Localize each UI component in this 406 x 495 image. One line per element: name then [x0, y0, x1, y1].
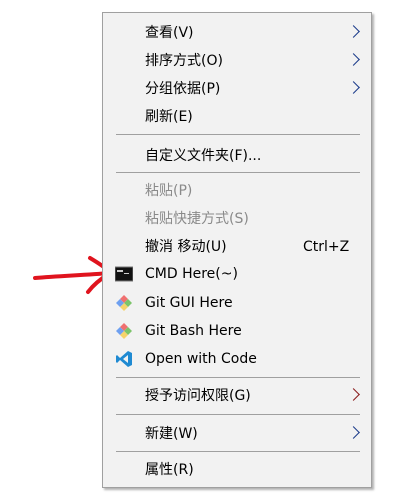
separator — [116, 377, 360, 378]
item-label: 排序方式(O) — [145, 53, 223, 69]
item-label: 新建(W) — [145, 426, 198, 442]
git-icon — [116, 323, 132, 339]
cmd-icon — [115, 266, 133, 282]
vscode-icon — [116, 351, 132, 367]
menu-item-properties[interactable]: 属性(R) — [103, 457, 371, 483]
item-label: 粘贴快捷方式(S) — [145, 211, 249, 227]
context-menu: 查看(V) 排序方式(O) 分组依据(P) 刷新(E) 自定义文件夹(F)...… — [102, 12, 372, 488]
menu-item-view[interactable]: 查看(V) — [103, 20, 371, 46]
menu-item-paste-shortcut: 粘贴快捷方式(S) — [103, 206, 371, 232]
chevron-right-icon — [347, 426, 360, 439]
item-label: CMD Here(~) — [145, 266, 238, 282]
menu-item-group-by[interactable]: 分组依据(P) — [103, 76, 371, 102]
item-label: Open with Code — [145, 351, 257, 367]
menu-item-git-gui-here[interactable]: Git GUI Here — [103, 290, 371, 316]
item-label: 属性(R) — [145, 462, 194, 478]
menu-item-customize-folder[interactable]: 自定义文件夹(F)... — [103, 143, 371, 169]
menu-item-open-with-code[interactable]: Open with Code — [103, 346, 371, 372]
chevron-right-icon — [347, 81, 360, 94]
item-label: 撤消 移动(U) — [145, 239, 227, 255]
separator — [116, 134, 360, 135]
menu-item-refresh[interactable]: 刷新(E) — [103, 104, 371, 130]
separator — [116, 172, 360, 173]
menu-item-git-bash-here[interactable]: Git Bash Here — [103, 318, 371, 344]
item-label: Git GUI Here — [145, 295, 233, 311]
separator — [116, 414, 360, 415]
item-label: 自定义文件夹(F)... — [145, 148, 262, 164]
shortcut-text: Ctrl+Z — [303, 239, 350, 255]
menu-item-give-access[interactable]: 授予访问权限(G) — [103, 383, 371, 409]
item-label: 粘贴(P) — [145, 183, 193, 199]
item-label: 刷新(E) — [145, 109, 193, 125]
item-label: 授予访问权限(G) — [145, 388, 251, 404]
item-label: Git Bash Here — [145, 323, 242, 339]
menu-item-undo-move[interactable]: 撤消 移动(U) Ctrl+Z — [103, 234, 371, 260]
chevron-right-icon — [347, 53, 360, 66]
menu-item-new[interactable]: 新建(W) — [103, 421, 371, 447]
item-label: 查看(V) — [145, 25, 194, 41]
item-label: 分组依据(P) — [145, 81, 221, 97]
menu-item-cmd-here[interactable]: CMD Here(~) — [103, 261, 371, 287]
git-icon — [116, 295, 132, 311]
chevron-right-icon — [347, 25, 360, 38]
chevron-right-icon — [347, 388, 360, 401]
menu-item-sort-by[interactable]: 排序方式(O) — [103, 48, 371, 74]
menu-item-paste: 粘贴(P) — [103, 178, 371, 204]
separator — [116, 451, 360, 452]
